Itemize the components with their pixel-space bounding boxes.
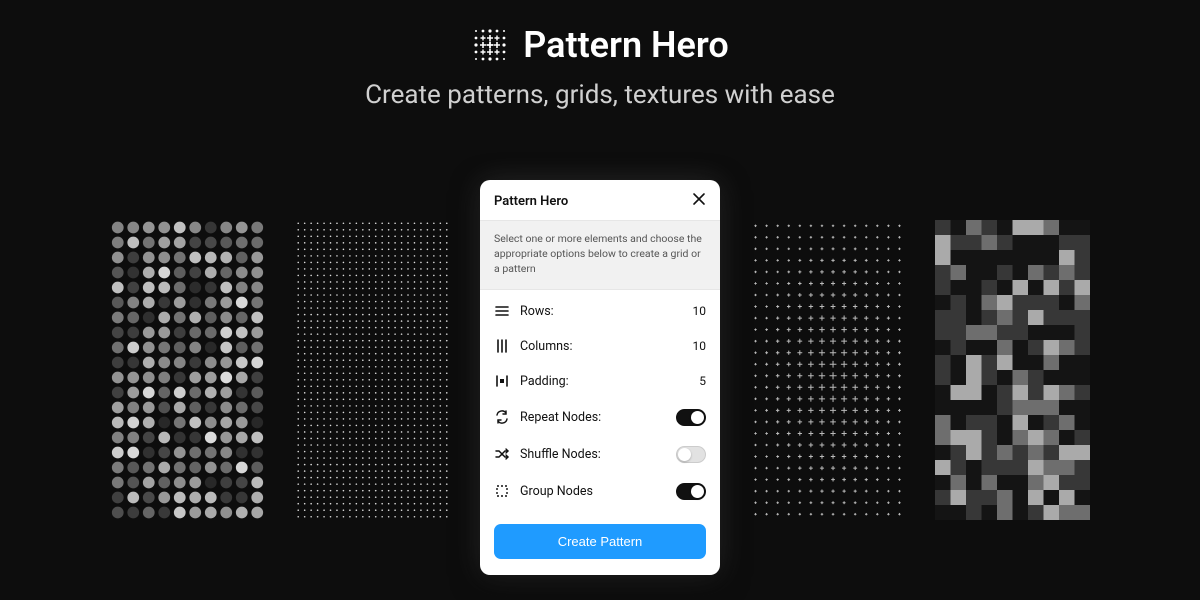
- sample-pixels: [935, 220, 1090, 520]
- repeat-label: Repeat Nodes:: [520, 410, 666, 425]
- stage: Pattern Hero Select one or more elements…: [0, 160, 1200, 600]
- columns-label: Columns:: [520, 339, 668, 354]
- shuffle-icon: [494, 447, 510, 461]
- rows-icon: [494, 304, 510, 318]
- rows-row: Rows: 10: [480, 294, 720, 329]
- sample-dots: [295, 220, 450, 520]
- repeat-icon: [494, 410, 510, 424]
- columns-value[interactable]: 10: [678, 339, 706, 353]
- shuffle-toggle[interactable]: [676, 446, 706, 463]
- shuffle-label: Shuffle Nodes:: [520, 447, 666, 462]
- sample-plus: [750, 220, 905, 520]
- repeat-row: Repeat Nodes:: [480, 399, 720, 436]
- panel-title: Pattern Hero: [494, 194, 568, 209]
- rows-value[interactable]: 10: [678, 304, 706, 318]
- group-row: Group Nodes: [480, 473, 720, 510]
- padding-label: Padding:: [520, 374, 668, 389]
- sample-circles: [110, 220, 265, 520]
- hero-title: Pattern Hero: [0, 0, 1200, 66]
- create-pattern-button[interactable]: Create Pattern: [494, 524, 706, 559]
- brand-name: Pattern Hero: [523, 24, 729, 66]
- pattern-logo-icon: [471, 26, 509, 64]
- rows-label: Rows:: [520, 304, 668, 319]
- shuffle-row: Shuffle Nodes:: [480, 436, 720, 473]
- pattern-panel: Pattern Hero Select one or more elements…: [480, 180, 720, 575]
- padding-value[interactable]: 5: [678, 374, 706, 388]
- group-toggle[interactable]: [676, 483, 706, 500]
- padding-row: Padding: 5: [480, 364, 720, 399]
- tagline: Create patterns, grids, textures with ea…: [0, 80, 1200, 110]
- close-icon[interactable]: [692, 192, 706, 210]
- group-icon: [494, 484, 510, 498]
- columns-row: Columns: 10: [480, 329, 720, 364]
- padding-icon: [494, 374, 510, 388]
- group-label: Group Nodes: [520, 484, 666, 499]
- repeat-toggle[interactable]: [676, 409, 706, 426]
- panel-description: Select one or more elements and choose t…: [480, 220, 720, 290]
- columns-icon: [494, 339, 510, 353]
